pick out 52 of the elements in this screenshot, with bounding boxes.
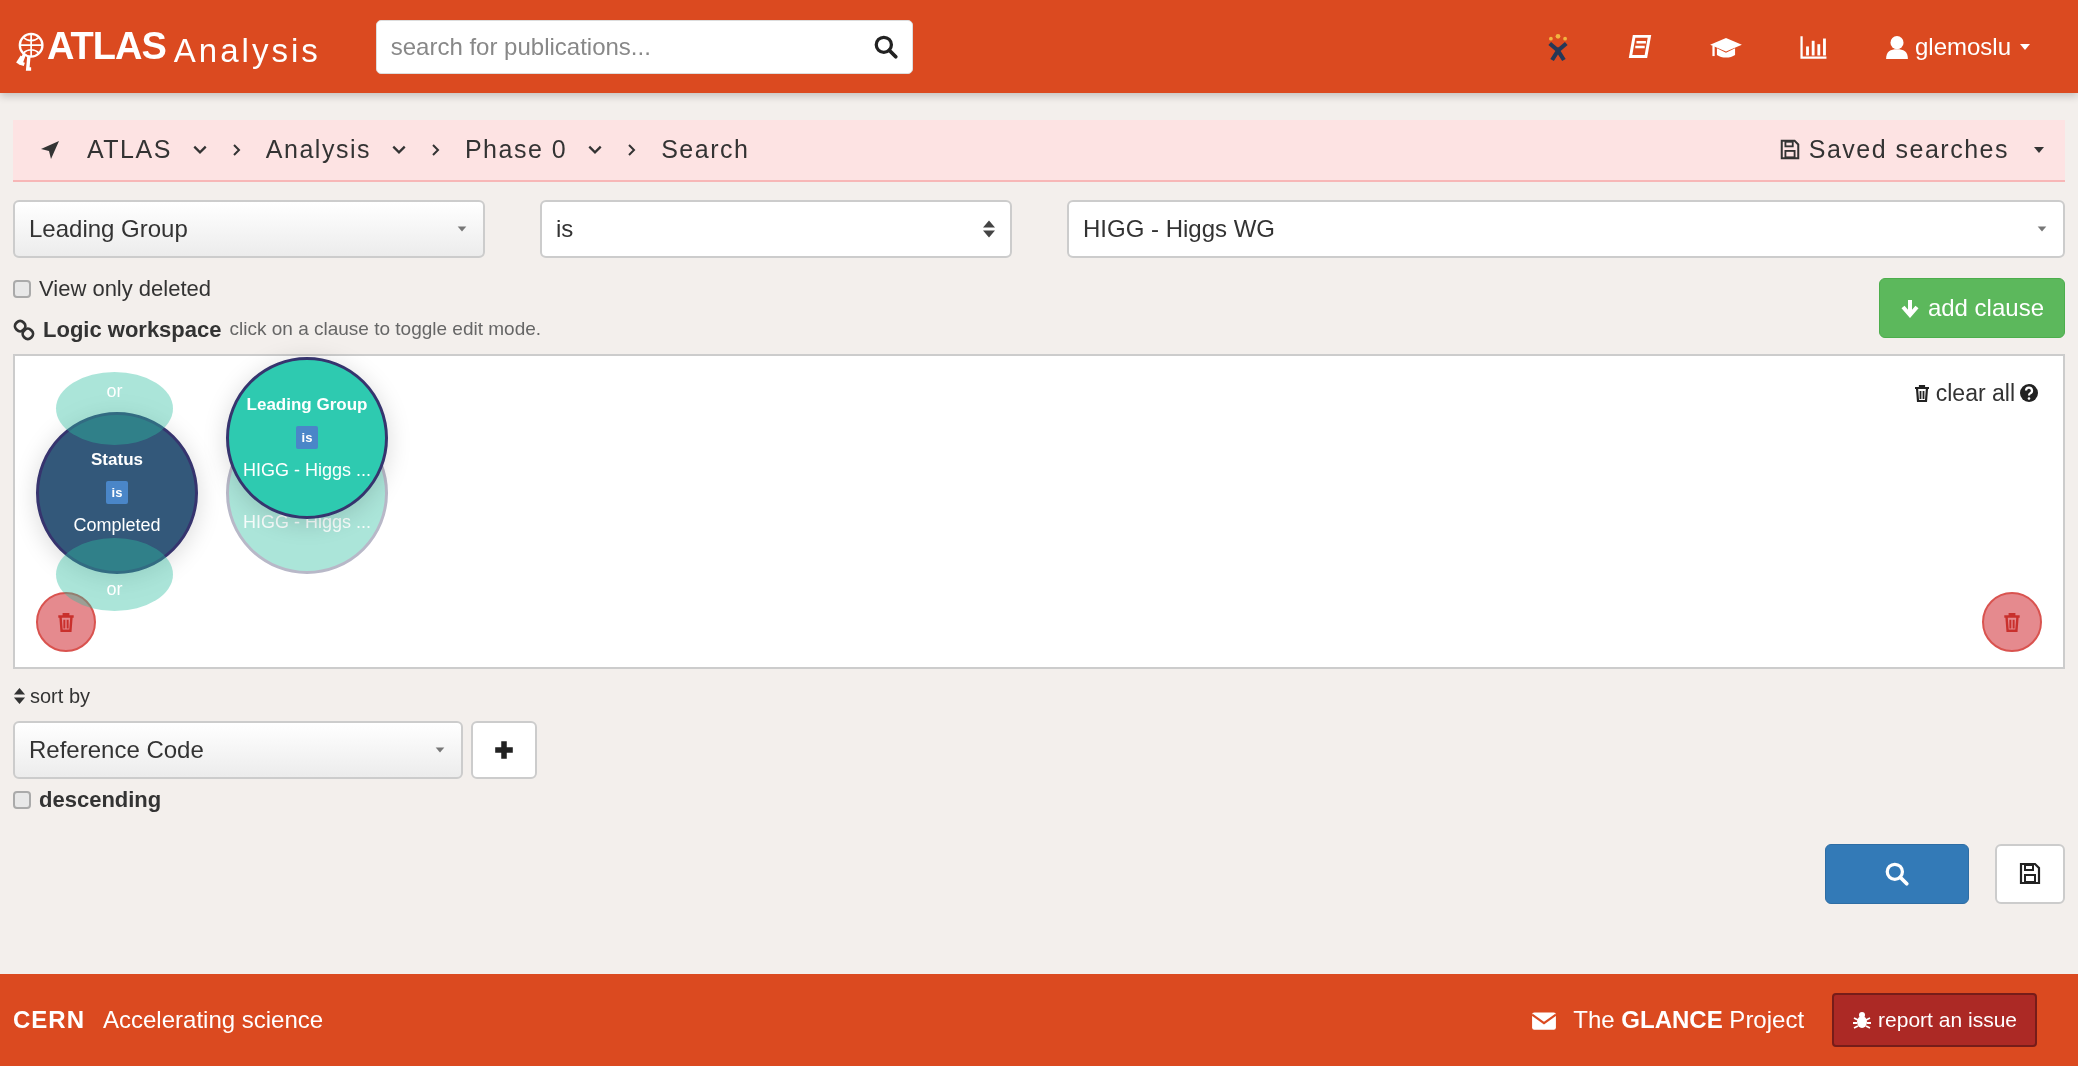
brand-name: ATLAS bbox=[47, 24, 166, 69]
app-name: Analysis bbox=[173, 30, 321, 71]
sort-select[interactable]: Reference Code bbox=[13, 721, 463, 779]
org-name: CERN bbox=[13, 1005, 85, 1035]
project-link[interactable]: The GLANCE Project bbox=[1531, 1002, 1805, 1038]
search-icon[interactable] bbox=[872, 33, 899, 60]
workspace-hint: click on a clause to toggle edit mode. bbox=[229, 317, 542, 342]
clause-field: Status bbox=[91, 447, 143, 473]
book-icon[interactable] bbox=[1626, 33, 1653, 60]
checkbox[interactable] bbox=[13, 790, 31, 809]
clear-all-button[interactable]: clear all bbox=[1911, 376, 2039, 411]
value-select[interactable]: HIGG - Higgs WG bbox=[1067, 200, 2065, 258]
clause-value: HIGG - Higgs ... bbox=[243, 459, 371, 482]
operator-select[interactable]: is bbox=[540, 200, 1012, 258]
breadcrumb-link[interactable]: Phase 0 bbox=[464, 131, 568, 169]
help-icon bbox=[2019, 383, 2039, 404]
report-issue-button[interactable]: report an issue bbox=[1832, 993, 2037, 1047]
operator-label: is bbox=[105, 480, 129, 504]
envelope-icon bbox=[1531, 1009, 1558, 1031]
bar-chart-icon[interactable] bbox=[1798, 33, 1829, 60]
checkbox[interactable] bbox=[13, 279, 31, 298]
saved-searches-menu[interactable]: Saved searches bbox=[1778, 131, 2047, 169]
clause-circle[interactable]: Status is Completed bbox=[36, 412, 198, 574]
clause-field: Leading Group bbox=[246, 392, 368, 418]
save-button[interactable] bbox=[1995, 844, 2065, 904]
search-field[interactable]: search for publications... bbox=[375, 19, 913, 74]
user-menu[interactable]: glemoslu bbox=[1884, 28, 2033, 65]
clause-value: Completed bbox=[73, 514, 161, 537]
operator-label: is bbox=[295, 425, 319, 449]
tagline: Accelerating science bbox=[103, 1005, 324, 1035]
arrow-down-icon bbox=[1899, 298, 1920, 318]
breadcrumb-link[interactable]: ATLAS bbox=[87, 131, 172, 169]
sort-label: sort by bbox=[30, 684, 91, 709]
location-arrow-icon bbox=[39, 139, 61, 161]
delete-button[interactable] bbox=[1982, 592, 2042, 652]
field-select[interactable]: Leading Group bbox=[13, 200, 485, 258]
trash-icon bbox=[55, 610, 77, 634]
user-icon bbox=[1884, 33, 1909, 60]
workspace-title: Logic workspace bbox=[43, 316, 222, 344]
plus-icon bbox=[493, 739, 515, 761]
breadcrumb-link[interactable]: Search bbox=[661, 131, 750, 169]
bug-icon bbox=[1852, 1010, 1873, 1030]
trash-icon bbox=[2001, 610, 2023, 634]
sort-icon bbox=[13, 686, 26, 706]
add-sort-button[interactable] bbox=[471, 721, 537, 779]
search-icon bbox=[1884, 861, 1910, 887]
link-icon bbox=[13, 318, 35, 341]
breadcrumb-link[interactable]: Analysis bbox=[265, 131, 371, 169]
search-button[interactable] bbox=[1825, 844, 1969, 904]
checkbox-label: descending bbox=[39, 786, 162, 814]
delete-button[interactable] bbox=[36, 592, 96, 652]
checkbox-label: View only deleted bbox=[39, 275, 212, 303]
